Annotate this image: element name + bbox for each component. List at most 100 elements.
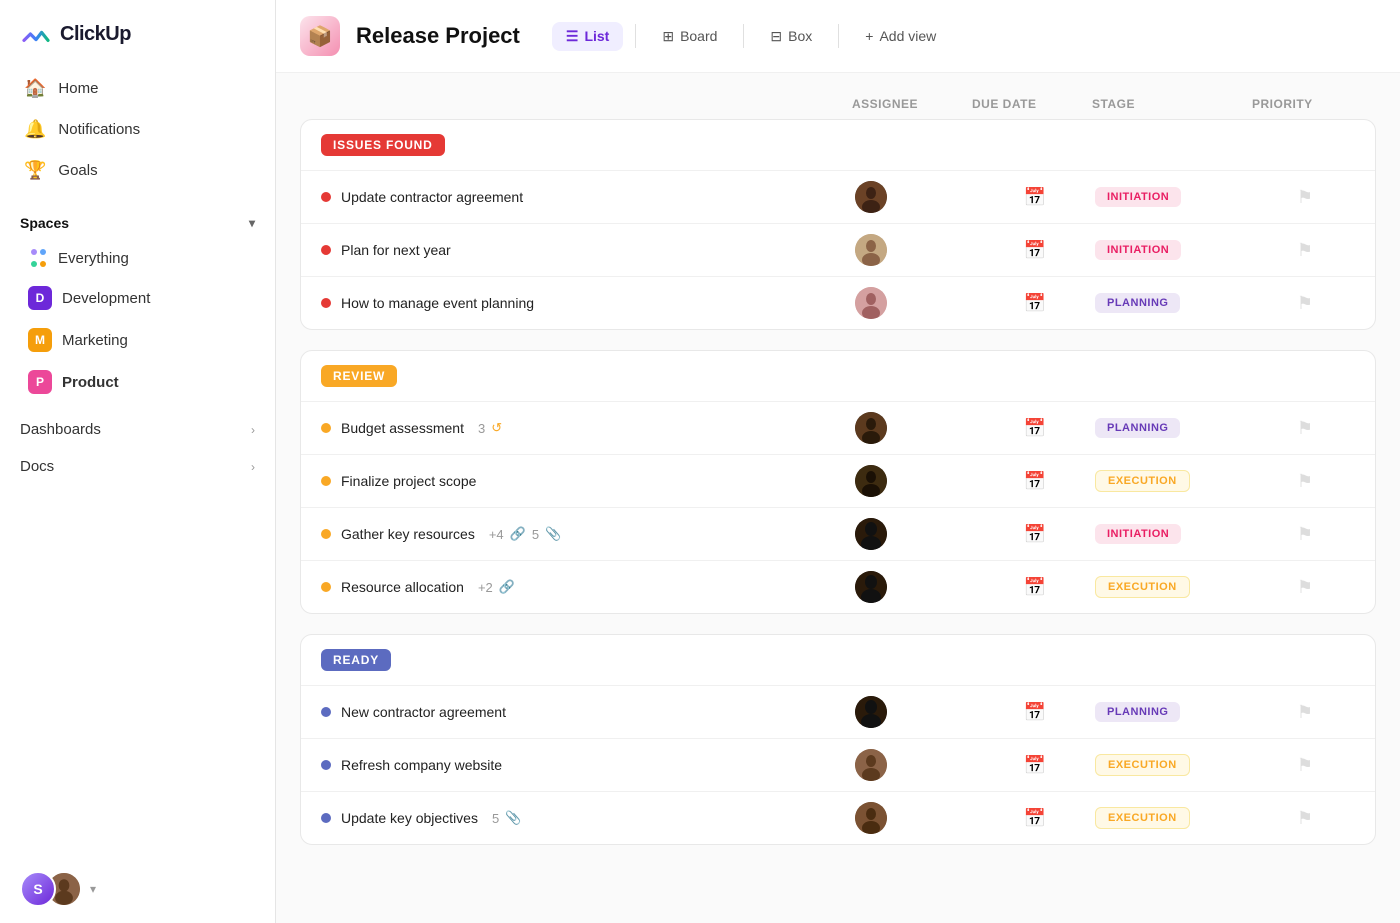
stage-cell: INITIATION: [1095, 524, 1255, 544]
priority-cell: ⚑: [1255, 577, 1355, 598]
task-dot-yellow: [321, 476, 331, 486]
divider3: [838, 24, 839, 48]
col-header-due-date: DUE DATE: [972, 97, 1092, 111]
chevron-down-icon: ▾: [249, 216, 255, 230]
box-icon: ⊟: [770, 28, 782, 45]
task-name: Budget assessment: [341, 420, 464, 436]
date-cell[interactable]: 📅: [975, 471, 1095, 492]
task-name: New contractor agreement: [341, 704, 506, 720]
assignee-cell: [855, 518, 975, 550]
sidebar-item-notifications[interactable]: 🔔 Notifications: [12, 109, 263, 150]
sidebar-item-dashboards[interactable]: Dashboards ›: [8, 411, 267, 448]
stage-badge: EXECUTION: [1095, 754, 1190, 776]
date-cell[interactable]: 📅: [975, 240, 1095, 261]
group-review-label: REVIEW: [321, 365, 397, 387]
spaces-section-header[interactable]: Spaces ▾: [0, 199, 275, 239]
table-row[interactable]: Gather key resources +4 🔗 5 📎 📅 INITIA: [301, 507, 1375, 560]
tab-board[interactable]: ⊞ Board: [648, 22, 731, 51]
divider2: [743, 24, 744, 48]
table-row[interactable]: Resource allocation +2 🔗 📅 EXECUTION ⚑: [301, 560, 1375, 613]
stage-cell: EXECUTION: [1095, 576, 1255, 598]
col-header-assignee: ASSIGNEE: [852, 97, 972, 111]
dropdown-arrow-icon[interactable]: ▾: [90, 882, 96, 896]
date-cell[interactable]: 📅: [975, 808, 1095, 829]
avatar: [855, 234, 887, 266]
sidebar-item-everything[interactable]: Everything: [8, 239, 267, 277]
spaces-list: Everything D Development M Marketing P P…: [0, 239, 275, 403]
chevron-right-icon: ›: [251, 423, 255, 437]
sidebar-item-notifications-label: Notifications: [58, 121, 140, 138]
table-row[interactable]: New contractor agreement 📅 PLANNING ⚑: [301, 685, 1375, 738]
sidebar-item-development[interactable]: D Development: [8, 277, 267, 319]
user-avatars[interactable]: S: [20, 871, 82, 907]
plus-icon: +: [865, 28, 873, 44]
sidebar: ClickUp 🏠 Home 🔔 Notifications 🏆 Goals S…: [0, 0, 276, 923]
table-row[interactable]: Plan for next year 📅 INITIATION ⚑: [301, 223, 1375, 276]
main-content: 📦 Release Project ☰ List ⊞ Board ⊟ Box +…: [276, 0, 1400, 923]
date-cell[interactable]: 📅: [975, 524, 1095, 545]
assignee-cell: [855, 696, 975, 728]
divider: [635, 24, 636, 48]
sidebar-item-docs-label: Docs: [20, 458, 54, 475]
clip-icon: 📎: [545, 526, 561, 542]
clickup-logo-icon: [20, 18, 52, 50]
stage-cell: INITIATION: [1095, 240, 1255, 260]
task-name-cell: New contractor agreement: [321, 704, 855, 720]
task-count3: 5: [492, 811, 499, 826]
task-dot-blue: [321, 760, 331, 770]
group-issues-found-header: ISSUES FOUND: [301, 120, 1375, 170]
stage-badge: INITIATION: [1095, 240, 1181, 260]
date-cell[interactable]: 📅: [975, 755, 1095, 776]
task-meta: 3 ↺: [478, 420, 502, 436]
group-ready: READY New contractor agreement 📅 PLANNIN…: [300, 634, 1376, 845]
list-icon: ☰: [566, 28, 579, 45]
trophy-icon: 🏆: [24, 160, 46, 181]
table-row[interactable]: Update contractor agreement 📅 INITIATION…: [301, 170, 1375, 223]
sidebar-item-home[interactable]: 🏠 Home: [12, 68, 263, 109]
assignee-cell: [855, 465, 975, 497]
avatar: [855, 749, 887, 781]
face-icon: [855, 412, 887, 444]
table-row[interactable]: Finalize project scope 📅 EXECUTION ⚑: [301, 454, 1375, 507]
assignee-cell: [855, 802, 975, 834]
date-cell[interactable]: 📅: [975, 577, 1095, 598]
stage-badge: PLANNING: [1095, 293, 1180, 313]
sidebar-item-marketing[interactable]: M Marketing: [8, 319, 267, 361]
face-icon: [855, 749, 887, 781]
face-icon: [855, 465, 887, 497]
date-cell[interactable]: 📅: [975, 187, 1095, 208]
table-row[interactable]: How to manage event planning 📅 PLANNING …: [301, 276, 1375, 329]
sidebar-item-goals[interactable]: 🏆 Goals: [12, 150, 263, 191]
date-cell[interactable]: 📅: [975, 418, 1095, 439]
col-header-task: [348, 97, 852, 111]
stage-cell: EXECUTION: [1095, 754, 1255, 776]
priority-cell: ⚑: [1255, 187, 1355, 208]
task-dot-red: [321, 298, 331, 308]
tab-list[interactable]: ☰ List: [552, 22, 623, 51]
avatar-s: S: [20, 871, 56, 907]
app-name: ClickUp: [60, 23, 131, 46]
product-badge: P: [28, 370, 52, 394]
task-count: 3: [478, 421, 485, 436]
avatar: [855, 465, 887, 497]
sidebar-item-marketing-label: Marketing: [62, 332, 128, 349]
avatar: [855, 571, 887, 603]
date-cell[interactable]: 📅: [975, 293, 1095, 314]
table-row[interactable]: Update key objectives 5 📎 📅 EXECUTION ⚑: [301, 791, 1375, 844]
stage-cell: EXECUTION: [1095, 807, 1255, 829]
priority-cell: ⚑: [1255, 293, 1355, 314]
view-tabs: ☰ List ⊞ Board ⊟ Box + Add view: [552, 22, 950, 51]
priority-cell: ⚑: [1255, 808, 1355, 829]
face-icon: [855, 518, 887, 550]
task-name-cell: Budget assessment 3 ↺: [321, 420, 855, 436]
stage-badge: PLANNING: [1095, 702, 1180, 722]
tab-box[interactable]: ⊟ Box: [756, 22, 826, 51]
table-row[interactable]: Budget assessment 3 ↺ 📅 PLANNING ⚑: [301, 401, 1375, 454]
date-cell[interactable]: 📅: [975, 702, 1095, 723]
stage-cell: INITIATION: [1095, 187, 1255, 207]
sidebar-item-product[interactable]: P Product: [8, 361, 267, 403]
sidebar-item-docs[interactable]: Docs ›: [8, 448, 267, 485]
task-name: Plan for next year: [341, 242, 451, 258]
table-row[interactable]: Refresh company website 📅 EXECUTION ⚑: [301, 738, 1375, 791]
add-view-button[interactable]: + Add view: [851, 22, 950, 50]
